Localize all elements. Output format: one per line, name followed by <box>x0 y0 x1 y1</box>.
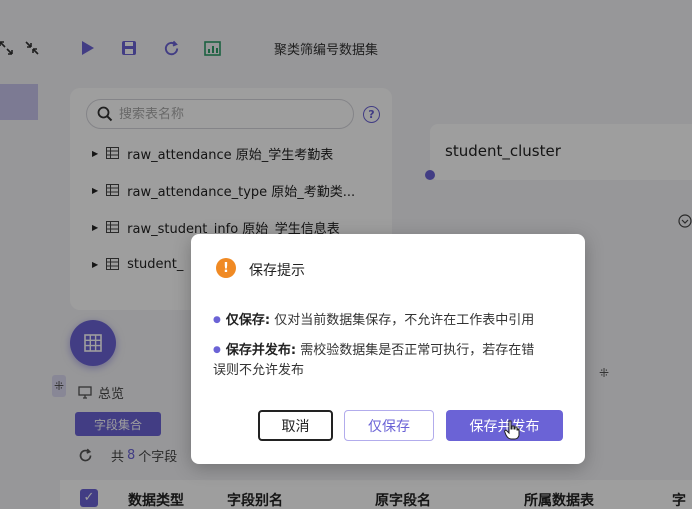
save-only-button[interactable]: 仅保存 <box>344 410 434 441</box>
dialog-title: 保存提示 <box>249 263 305 279</box>
save-publish-label: 保存并发布: <box>225 343 297 358</box>
save-publish-text-cont: 误则不允许发布 <box>213 363 305 378</box>
save-only-description: ● 仅保存: 仅对当前数据集保存，不允许在工作表中引用 <box>213 313 535 328</box>
save-publish-description: ● 保存并发布: 需校验数据集是否正常可执行，若存在错 误则不允许发布 <box>213 343 535 378</box>
hand-cursor-icon <box>504 420 520 440</box>
save-only-label: 仅保存: <box>225 313 271 328</box>
warning-icon: ! <box>216 258 236 278</box>
save-dialog: ! 保存提示 ● 仅保存: 仅对当前数据集保存，不允许在工作表中引用 ● 保存并发布… <box>191 234 585 464</box>
save-only-text: 仅对当前数据集保存，不允许在工作表中引用 <box>274 313 535 328</box>
cancel-button[interactable]: 取消 <box>258 410 333 441</box>
save-publish-text: 需校验数据集是否正常可执行，若存在错 <box>300 343 535 358</box>
